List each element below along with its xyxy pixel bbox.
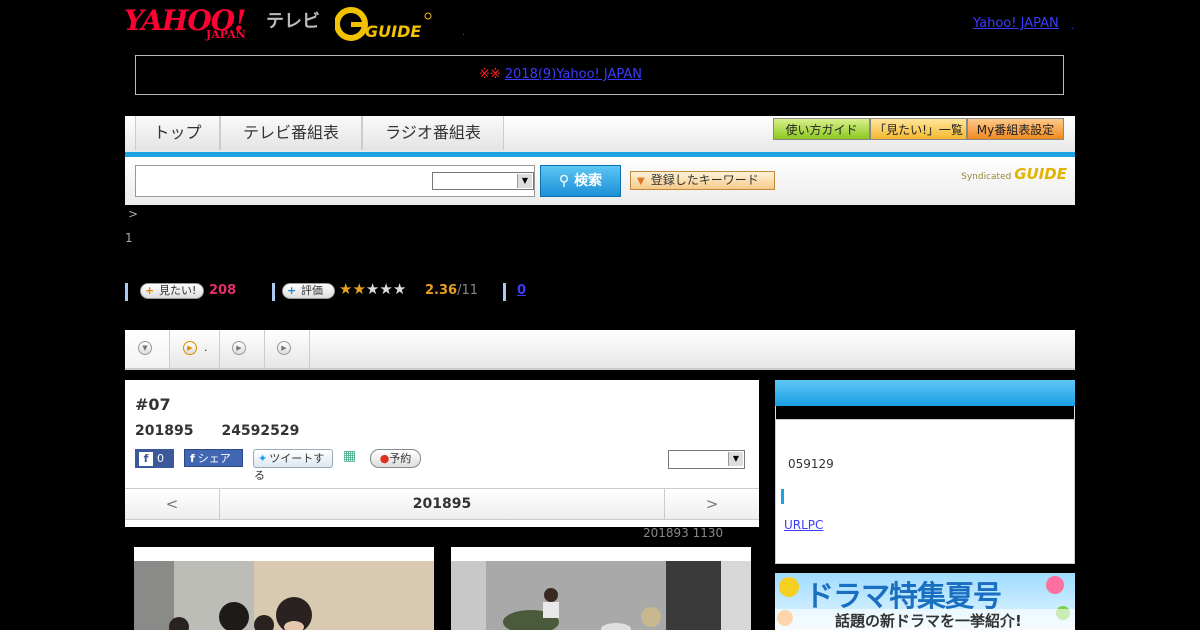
tab-2-label: . <box>204 341 208 354</box>
episode-date: 201895 24592529 <box>135 423 300 439</box>
tab-4[interactable]: ▶ <box>265 330 310 368</box>
play-icon: ▶ <box>232 341 246 355</box>
registered-keyword-button[interactable]: ▼ 登録したキーワード <box>630 171 775 190</box>
header-dot: . <box>462 27 466 38</box>
chevron-down-icon: ▼ <box>517 174 532 188</box>
syndicated-gguide-logo: Syndicated GUIDE <box>961 165 1067 183</box>
right-panel-body: 059129 URLPC <box>775 419 1075 564</box>
play-icon: ▶ <box>277 341 291 355</box>
breadcrumb-line: 1 <box>125 231 133 245</box>
star-icon: ★ <box>392 280 407 298</box>
tab-2[interactable]: ▶ . <box>170 330 220 368</box>
rating-stars: ★★★★★ <box>339 280 406 298</box>
notice-box: ※※ 2018(9)Yahoo! JAPAN <box>135 55 1064 95</box>
star-icon: ★ <box>379 280 393 298</box>
updated-timestamp: 201893 1130 <box>643 526 724 540</box>
search-button[interactable]: ⚲ 検索 <box>540 165 621 197</box>
chevron-down-icon: ▼ <box>138 341 152 355</box>
facebook-share-button[interactable]: f シェア <box>184 449 243 467</box>
reserve-button[interactable]: ●予約 <box>370 449 421 468</box>
gguide-logo-icon: GUIDE <box>334 7 432 41</box>
twitter-bird-icon: ✦ <box>258 452 268 465</box>
nav-tab-top[interactable]: トップ <box>135 116 220 150</box>
want-to-watch-button[interactable]: + 見たい! <box>140 283 204 299</box>
tab-3[interactable]: ▶ <box>220 330 265 368</box>
right-panel-link[interactable]: URLPC <box>784 518 837 532</box>
yahoo-japan-link[interactable]: Yahoo! JAPAN <box>973 16 1059 31</box>
main-nav: トップ テレビ番組表 ラジオ番組表 使い方ガイド 「見たい!」一覧 My番組表設… <box>125 116 1075 157</box>
search-category-select[interactable]: ▼ <box>432 172 534 190</box>
rating-value: 2.36 <box>425 283 458 298</box>
tweet-button[interactable]: ✦ ツイートする <box>253 449 333 482</box>
right-panel-link-text: URLPC <box>784 518 824 532</box>
date-pager: < 201895 > <box>125 488 759 520</box>
gguide-logo[interactable]: GUIDE <box>334 6 435 42</box>
stat-divider <box>125 283 128 301</box>
facebook-icon: f <box>139 452 153 466</box>
search-icon: ⚲ <box>558 173 570 189</box>
notice-link[interactable]: 2018(9)Yahoo! JAPAN <box>505 67 642 82</box>
tab-1[interactable]: ▼ <box>125 330 170 368</box>
stat-divider <box>272 283 275 301</box>
dropdown-arrow-icon: ▼ <box>637 176 645 187</box>
logo-japan-text: JAPAN <box>206 28 246 41</box>
usage-guide-button[interactable]: 使い方ガイド <box>773 118 870 140</box>
plus-icon: + <box>287 284 297 297</box>
registered-keyword-label: 登録したキーワード <box>650 173 759 187</box>
star-icon: ★ <box>352 280 366 298</box>
banner-title: ドラマ特集夏号 <box>805 579 1002 613</box>
rate-button[interactable]: + 評価 <box>282 283 335 299</box>
program-photo-1[interactable] <box>134 547 434 630</box>
plus-icon: + <box>145 284 155 297</box>
search-bar: ▼ ⚲ 検索 ▼ 登録したキーワード Syndicated GUIDE <box>125 157 1075 205</box>
episode-title: #07 <box>135 395 171 414</box>
facebook-share-label: シェア <box>197 452 231 465</box>
facebook-icon: f <box>190 452 195 465</box>
drama-special-banner[interactable]: ドラマ特集夏号 話題の新ドラマを一挙紹介! <box>775 573 1075 630</box>
play-icon: ▶ <box>183 341 197 355</box>
stat-divider <box>503 283 506 301</box>
episode-select[interactable]: ▼ <box>668 450 745 469</box>
photo-1-image <box>134 561 434 630</box>
record-dot-icon: ● <box>379 452 390 465</box>
pager-date: 201895 <box>412 496 472 512</box>
pager-next-button[interactable]: > <box>664 489 759 519</box>
right-panel-section-bar <box>781 489 784 504</box>
star-icon: ★ <box>365 280 380 298</box>
want-count: 208 <box>209 283 237 298</box>
yahoo-japan-logo[interactable]: YAHOO! JAPAN <box>124 4 264 42</box>
right-panel-code: 059129 <box>788 457 834 471</box>
svg-text:GUIDE: GUIDE <box>365 22 421 41</box>
comments-count-link[interactable]: 0 <box>517 283 526 298</box>
program-photo-2[interactable] <box>451 547 751 630</box>
rating-value-group: 2.36/11 <box>425 283 478 298</box>
syndicated-brand: GUIDE <box>1014 165 1067 183</box>
episode-panel: #07 201895 24592529 f0 f シェア ✦ ツイートする ▦ ●予… <box>125 380 759 527</box>
banner-subtitle: 話題の新ドラマを一挙紹介! <box>835 612 1022 630</box>
notice-marks: ※※ <box>478 67 501 82</box>
my-schedule-settings-button[interactable]: My番組表設定 <box>967 118 1064 140</box>
facebook-like-count: 0 <box>157 452 164 465</box>
nav-tab-radio-schedule[interactable]: ラジオ番組表 <box>362 116 504 150</box>
right-panel-subheader <box>775 406 1075 419</box>
logo-tv-text: テレビ <box>266 11 320 32</box>
search-button-label: 検索 <box>574 173 603 189</box>
program-tabs: ▼ ▶ . ▶ ▶ <box>125 330 1075 370</box>
right-panel-header <box>775 380 1075 406</box>
want-label: 見たい! <box>159 284 197 297</box>
photo-2-image <box>451 561 751 630</box>
breadcrumb-arrow: > <box>128 207 139 221</box>
rate-label: 評価 <box>301 284 323 297</box>
pager-prev-button[interactable]: < <box>125 489 220 519</box>
header-dot-2: . <box>1071 21 1075 32</box>
syndicated-text: Syndicated <box>961 172 1012 182</box>
want-list-button[interactable]: 「見たい!」一覧 <box>870 118 967 140</box>
facebook-like-button[interactable]: f0 <box>135 449 174 468</box>
star-icon: ★ <box>339 280 353 298</box>
reserve-label: 予約 <box>389 452 412 465</box>
nav-tab-tv-schedule[interactable]: テレビ番組表 <box>220 116 362 150</box>
calendar-add-icon[interactable]: ▦ <box>343 448 361 466</box>
chevron-down-icon: ▼ <box>728 452 743 466</box>
rating-count: /11 <box>457 283 478 298</box>
